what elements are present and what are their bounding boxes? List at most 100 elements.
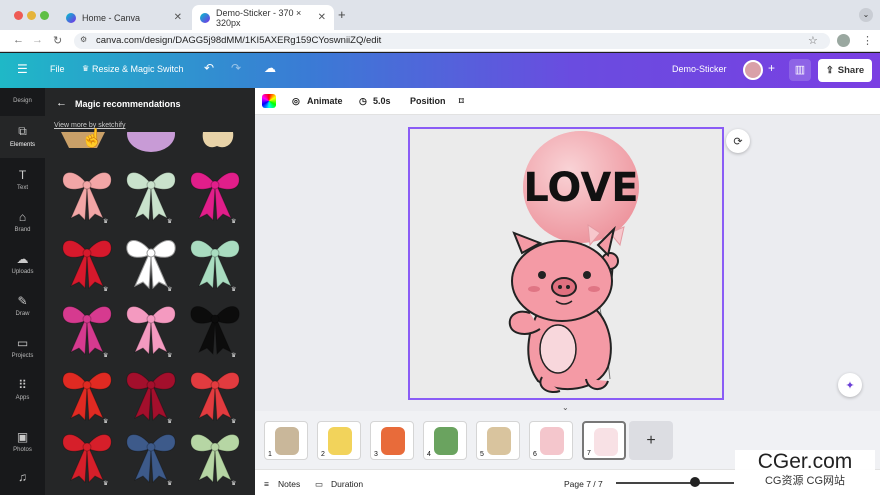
rail-item-draw[interactable]: ✎ Draw [0, 294, 45, 330]
duration-button[interactable]: 5.0s [373, 96, 391, 106]
rail-item-audio[interactable]: ♫ [0, 470, 45, 492]
rail-label: Text [16, 185, 28, 191]
site-info-icon[interactable]: ⚙ [80, 35, 87, 44]
premium-crown-icon: ♛ [103, 419, 109, 425]
bow-sticker-item[interactable] [57, 164, 117, 222]
cloud-save-icon[interactable]: ☁ [264, 61, 276, 75]
page-number: 6 [533, 451, 537, 458]
bow-sticker-item[interactable] [185, 164, 245, 222]
bow-sticker-item[interactable] [121, 232, 181, 290]
bow-sticker-item[interactable] [57, 426, 117, 484]
page-thumbnail[interactable]: 3 [370, 421, 414, 460]
forward-arrow-icon[interactable]: → [32, 34, 43, 46]
page-number: 5 [480, 451, 484, 458]
love-pig-sticker[interactable]: LOVE [410, 129, 722, 398]
profile-avatar[interactable] [837, 34, 850, 47]
add-page-button[interactable]: + [629, 421, 673, 460]
bow-sticker-item[interactable] [185, 232, 245, 290]
insights-chart-icon[interactable]: ▥ [789, 59, 811, 81]
rail-item-design[interactable]: Design [0, 90, 45, 112]
sticker-item[interactable] [125, 132, 177, 154]
bow-sticker-item[interactable] [57, 232, 117, 290]
canva-favicon-icon [200, 12, 210, 23]
bow-sticker-item[interactable] [57, 364, 117, 422]
zoom-slider-handle[interactable] [690, 477, 700, 487]
clock-icon: ◷ [359, 96, 367, 106]
page-number: 2 [321, 451, 325, 458]
paint-roller-icon[interactable]: ⌑ [459, 96, 464, 107]
premium-crown-icon: ♛ [167, 481, 173, 487]
rail-label: Elements [9, 142, 35, 148]
user-avatar[interactable] [743, 60, 763, 80]
new-tab-button[interactable]: + [338, 7, 346, 22]
share-icon: ⇪ [825, 65, 834, 76]
redo-icon[interactable]: ↷ [231, 61, 241, 75]
close-tab-icon[interactable]: ✕ [318, 12, 326, 23]
premium-crown-icon: ♛ [231, 219, 237, 225]
position-button[interactable]: Position [410, 96, 446, 106]
bow-sticker-item[interactable] [185, 426, 245, 484]
animate-button[interactable]: Animate [307, 96, 343, 106]
bow-sticker-item[interactable] [121, 364, 181, 422]
design-page[interactable]: LOVE [408, 127, 724, 400]
premium-crown-icon: ♛ [103, 353, 109, 359]
page-thumbnail[interactable]: 2 [317, 421, 361, 460]
tab-search-icon[interactable]: ⌄ [859, 8, 873, 22]
resize-magic-switch-button[interactable]: Resize & Magic Switch [92, 64, 184, 74]
back-arrow-icon[interactable]: ← [56, 97, 67, 109]
watermark-line1: CGer.com [757, 450, 853, 473]
refresh-design-button[interactable]: ⟳ [726, 129, 750, 153]
close-window-dot[interactable] [14, 11, 23, 20]
file-menu[interactable]: File [50, 64, 65, 74]
add-collaborator-icon[interactable]: + [768, 61, 775, 75]
color-picker-icon[interactable] [262, 94, 276, 108]
sticker-item[interactable] [197, 132, 241, 154]
address-bar: ← → ↻ canva.com/design/DAGG5j98dMM/1KI5A… [0, 30, 880, 52]
tab-demo-sticker[interactable]: Demo-Sticker - 370 × 320px ✕ [192, 5, 334, 30]
close-tab-icon[interactable]: ✕ [174, 12, 182, 23]
bookmark-star-icon[interactable]: ☆ [808, 34, 818, 47]
rail-item-photos[interactable]: ▣ Photos [0, 430, 45, 466]
rail-item-projects[interactable]: ▭ Projects [0, 336, 45, 372]
rail-item-brand[interactable]: ⌂ Brand [0, 210, 45, 246]
reload-icon[interactable]: ↻ [53, 34, 62, 47]
bow-sticker-item[interactable] [121, 164, 181, 222]
page-thumbnail[interactable]: 5 [476, 421, 520, 460]
premium-crown-icon: ♛ [167, 287, 173, 293]
minimize-window-dot[interactable] [27, 11, 36, 20]
bow-sticker-item[interactable] [121, 298, 181, 356]
rail-item-text[interactable]: T Text [0, 168, 45, 204]
page-thumbnail[interactable]: 6 [529, 421, 573, 460]
notes-button[interactable]: Notes [278, 479, 300, 489]
rail-item-uploads[interactable]: ☁ Uploads [0, 252, 45, 288]
design-title[interactable]: Demo-Sticker [672, 64, 727, 74]
back-arrow-icon[interactable]: ← [13, 34, 24, 46]
bow-sticker-item[interactable] [57, 298, 117, 356]
bow-sticker-item[interactable] [121, 426, 181, 484]
rail-item-apps[interactable]: ⠿ Apps [0, 378, 45, 414]
magic-assistant-button[interactable]: ✦ [838, 373, 862, 397]
browser-menu-icon[interactable]: ⋮ [862, 34, 873, 47]
page-thumbnail[interactable]: 4 [423, 421, 467, 460]
hamburger-icon[interactable]: ☰ [17, 62, 28, 76]
audio-icon: ♫ [18, 470, 27, 484]
bow-sticker-item[interactable] [185, 298, 245, 356]
hand-cursor-icon: ☝ [81, 128, 104, 148]
panel-title: Magic recommendations [75, 99, 181, 109]
bow-sticker-item[interactable] [185, 364, 245, 422]
rail-label: Uploads [11, 269, 34, 275]
page-thumbnail[interactable]: 7 [582, 421, 626, 460]
url-field[interactable]: canva.com/design/DAGG5j98dMM/1KI5AXERg15… [74, 33, 830, 49]
premium-crown-icon: ♛ [103, 287, 109, 293]
thumbnail-art [594, 428, 618, 456]
apps-icon: ⠿ [18, 378, 27, 392]
zoom-slider-track[interactable] [616, 482, 734, 484]
duration-footer-button[interactable]: Duration [331, 479, 363, 489]
tab-home-canva[interactable]: Home - Canva ✕ [58, 5, 190, 30]
undo-icon[interactable]: ↶ [204, 61, 214, 75]
rail-item-elements[interactable]: ⧉ Elements [0, 116, 45, 158]
maximize-window-dot[interactable] [40, 11, 49, 20]
share-button[interactable]: ⇪ Share [818, 59, 872, 82]
animate-icon: ◎ [292, 96, 300, 106]
page-thumbnail[interactable]: 1 [264, 421, 308, 460]
